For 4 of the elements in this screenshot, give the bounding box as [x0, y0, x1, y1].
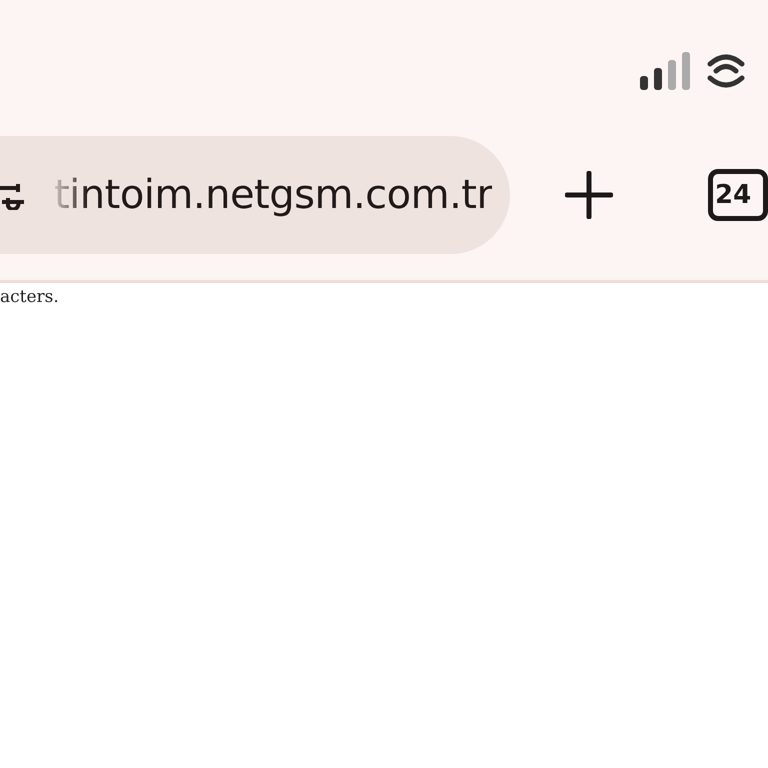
- signal-icon: [640, 52, 690, 90]
- tab-count-button[interactable]: 24: [708, 169, 768, 221]
- wifi-icon: [706, 52, 746, 90]
- page-text: acters.: [0, 287, 60, 307]
